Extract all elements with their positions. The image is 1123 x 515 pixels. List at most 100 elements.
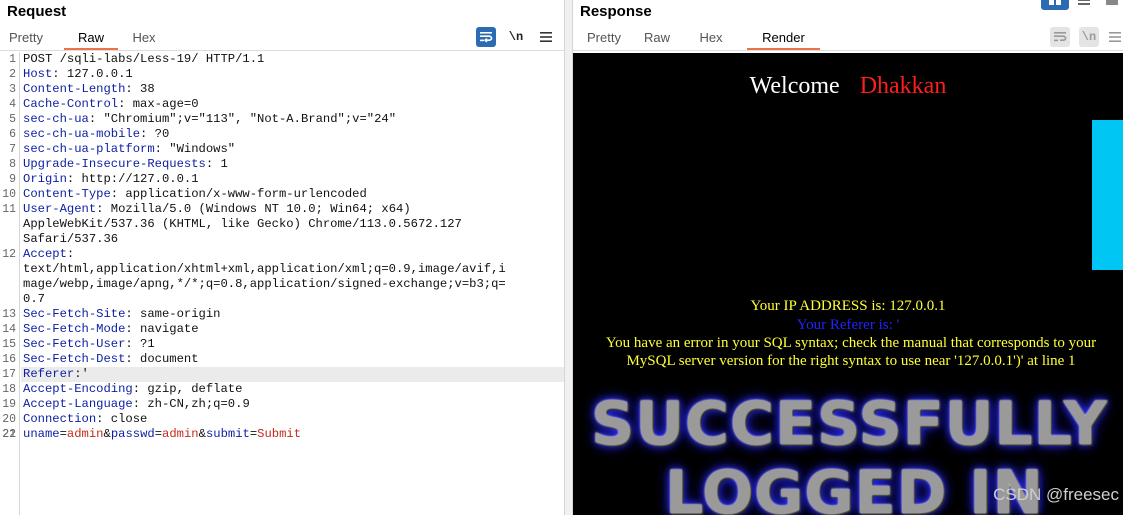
welcome-heading: Welcome Dhakkan (573, 73, 1123, 100)
param-value: admin (162, 427, 199, 441)
header-key: Sec-Fetch-Mode (23, 322, 126, 336)
header-value: same-origin (132, 307, 221, 321)
header-value: close (103, 412, 148, 426)
newline-icon[interactable]: \n (506, 27, 526, 47)
header-value: navigate (132, 322, 199, 336)
request-line: 3 Content-Length: 38 (9, 82, 564, 97)
line-number: 15 (2, 338, 16, 351)
tab-response-raw[interactable]: Raw (639, 28, 675, 50)
line-number: 13 (2, 308, 16, 321)
tab-response-render[interactable]: Render (747, 28, 820, 50)
param-value: admin (66, 427, 104, 441)
line-number: 14 (2, 323, 16, 336)
menu-icon[interactable] (1105, 27, 1123, 47)
line-number: 6 (9, 128, 16, 141)
request-line: 10 Content-Type: application/x-www-form-u… (2, 187, 564, 202)
line-text: text/html,application/xhtml+xml,applicat… (23, 262, 506, 276)
request-line: 12 Accept: (2, 247, 564, 262)
response-divider (573, 50, 1123, 51)
header-colon: : (125, 352, 133, 366)
line-number: 11 (2, 203, 16, 216)
render-view: Welcome Dhakkan Your IP ADDRESS is: 127.0… (573, 53, 1123, 515)
header-key: Accept-Language (23, 397, 133, 411)
ip-address-text: Your IP ADDRESS is: 127.0.0.1 (750, 298, 946, 314)
line-number: 1 (9, 53, 16, 66)
line-number: 7 (9, 143, 16, 156)
header-key: Cache-Control (23, 97, 119, 111)
request-line: 16 Sec-Fetch-Dest: document (2, 352, 564, 367)
line-number: 17 (2, 368, 16, 381)
wrap-icon[interactable] (1050, 27, 1070, 47)
line-text: POST /sqli-labs/Less-19/ HTTP/1.1 (23, 52, 265, 66)
header-value: http://127.0.0.1 (74, 172, 199, 186)
header-value: "Chromium";v="113", "Not-A.Brand";v="24" (96, 112, 397, 126)
request-line: 7 sec-ch-ua-platform: "Windows" (9, 142, 564, 157)
header-value: ?1 (132, 337, 155, 351)
request-line: 8 Upgrade-Insecure-Requests: 1 (9, 157, 564, 172)
tab-response-hex[interactable]: Hex (693, 28, 729, 50)
request-line: text/html,application/xhtml+xml,applicat… (21, 262, 564, 277)
line-number: 8 (9, 158, 16, 171)
header-value: ' (81, 367, 89, 381)
header-value: application/x-www-form-urlencoded (118, 187, 367, 201)
request-line: 0.7 (21, 292, 564, 307)
tab-request-raw[interactable]: Raw (64, 28, 118, 50)
menu-icon[interactable] (536, 27, 556, 47)
param-separator: & (198, 427, 206, 441)
header-key: Referer (23, 367, 75, 381)
referer-text: Your Referer is: ' (796, 317, 900, 333)
split-view-icon[interactable] (1041, 0, 1069, 10)
request-line: mage/webp,image/apng,*/*;q=0.8,applicati… (21, 277, 564, 292)
header-value: 127.0.0.1 (59, 67, 133, 81)
request-title: Request (7, 3, 67, 20)
param-equals: = (59, 427, 67, 441)
line-number: 12 (2, 248, 16, 261)
request-line: 22 uname=admin&passwd=admin&submit=Submit (2, 427, 564, 442)
request-line: 6 sec-ch-ua-mobile: ?0 (9, 127, 564, 142)
horizontal-view-icon[interactable] (1073, 0, 1095, 10)
param-separator: & (103, 427, 111, 441)
response-title: Response (580, 3, 652, 20)
header-key: Sec-Fetch-Dest (23, 352, 126, 366)
single-view-icon[interactable] (1101, 0, 1123, 10)
param-key: passwd (110, 427, 155, 441)
line-number: 20 (2, 413, 16, 426)
request-line: 13 Sec-Fetch-Site: same-origin (2, 307, 564, 322)
line-number: 18 (2, 383, 16, 396)
header-value: ?0 (147, 127, 170, 141)
tab-response-pretty[interactable]: Pretty (579, 28, 629, 50)
request-code: 1 POST /sqli-labs/Less-19/ HTTP/1.1 2 Host:… (2, 52, 564, 442)
request-divider (0, 50, 564, 51)
header-colon: : (74, 367, 82, 381)
request-tabs: Pretty Raw Hex (0, 28, 164, 50)
newline-icon[interactable]: \n (1079, 27, 1099, 47)
line-number: 10 (2, 188, 16, 201)
welcome-name: Dhakkan (859, 73, 947, 99)
line-number: 16 (2, 353, 16, 366)
line-text: AppleWebKit/537.36 (KHTML, like Gecko) C… (23, 217, 462, 231)
success-banner-line1: SUCCESSFULLY (591, 389, 1108, 459)
request-pane: Request Pretty Raw Hex \n 1 POST /sqli-la… (0, 0, 564, 515)
line-number: 9 (9, 173, 16, 186)
line-text: mage/webp,image/apng,*/*;q=0.8,applicati… (23, 277, 506, 291)
param-key: submit (205, 427, 250, 441)
pane-splitter[interactable] (564, 0, 573, 515)
header-value: 1 (213, 157, 228, 171)
request-line: 19 Accept-Language: zh-CN,zh;q=0.9 (2, 397, 564, 412)
request-line: AppleWebKit/537.36 (KHTML, like Gecko) C… (21, 217, 564, 232)
request-line: 5 sec-ch-ua: "Chromium";v="113", "Not-A.B… (9, 112, 564, 127)
wrap-icon[interactable] (476, 27, 496, 47)
header-colon: : (110, 187, 119, 201)
header-key: Origin (23, 172, 67, 186)
header-value: zh-CN,zh;q=0.9 (140, 397, 250, 411)
tab-request-pretty[interactable]: Pretty (2, 28, 50, 50)
request-line: 18 Accept-Encoding: gzip, deflate (2, 382, 564, 397)
tab-request-hex[interactable]: Hex (124, 28, 164, 50)
request-editor[interactable]: 1 POST /sqli-labs/Less-19/ HTTP/1.1 2 Host:… (0, 52, 564, 515)
line-number: 19 (2, 398, 16, 411)
line-number: 3 (9, 83, 16, 96)
header-key: sec-ch-ua (23, 112, 89, 126)
header-key: sec-ch-ua-platform (23, 142, 155, 156)
welcome-text: Welcome (749, 73, 840, 99)
param-value: Submit (257, 427, 302, 441)
